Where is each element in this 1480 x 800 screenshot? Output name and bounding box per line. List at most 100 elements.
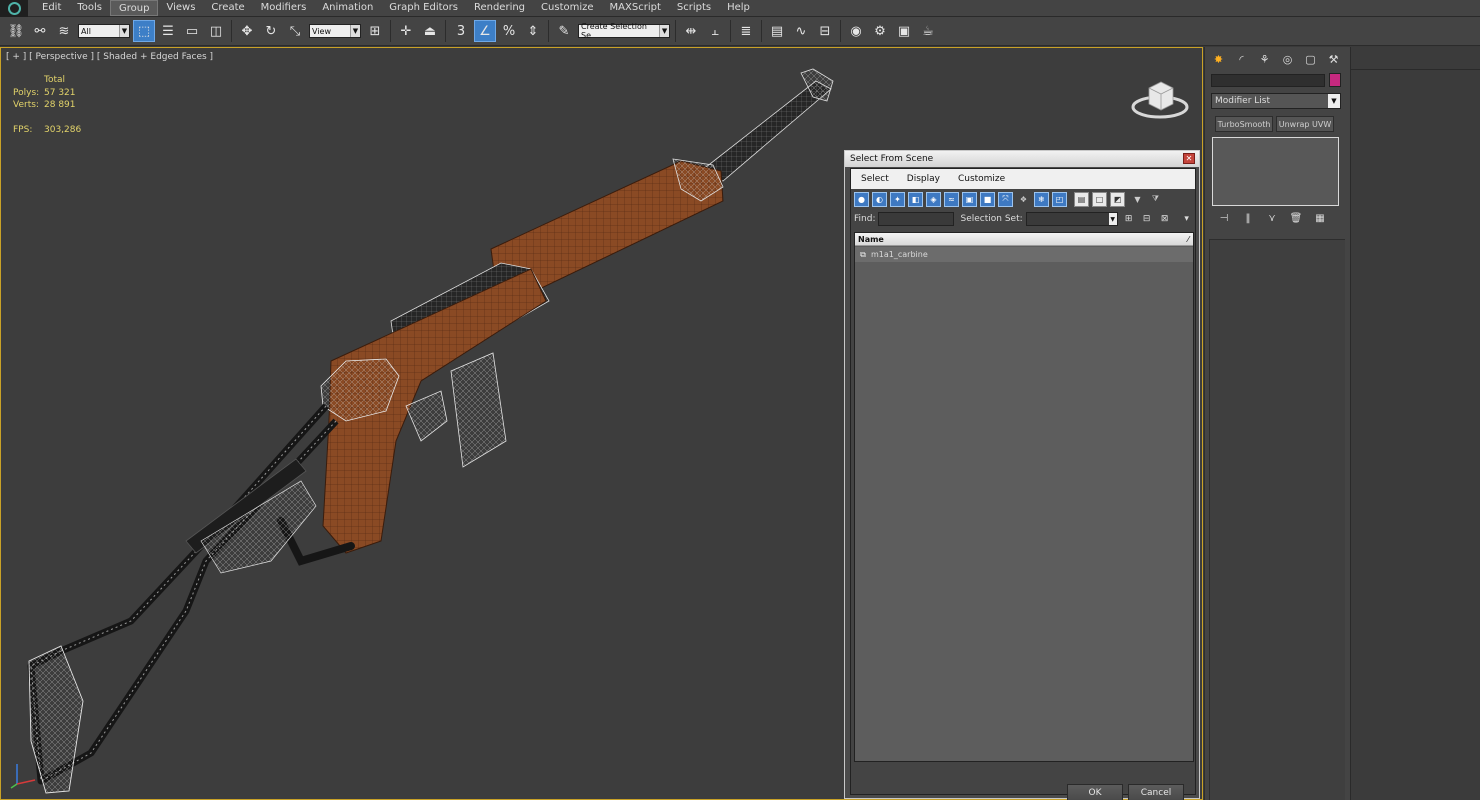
cancel-button[interactable]: Cancel — [1128, 784, 1184, 800]
menu-help[interactable]: Help — [719, 0, 758, 16]
modifier-stack[interactable] — [1212, 137, 1339, 206]
dialog-menu-customize[interactable]: Customize — [954, 174, 1005, 184]
snaps-toggle-icon[interactable]: 3 — [450, 20, 472, 42]
display-lights-icon[interactable]: ✦ — [890, 191, 905, 207]
command-panel-rollouts — [1209, 239, 1345, 800]
window-crossing-icon[interactable]: ◫ — [205, 20, 227, 42]
select-children-icon[interactable]: ⊞ — [1122, 212, 1136, 226]
select-scale-icon[interactable]: ⤡ — [284, 20, 306, 42]
name-column-header[interactable]: Name — [858, 235, 884, 244]
turbosmooth-button[interactable]: TurboSmooth — [1215, 116, 1273, 132]
menu-animation[interactable]: Animation — [314, 0, 381, 16]
render-production-icon[interactable]: ☕ — [917, 20, 939, 42]
select-rotate-icon[interactable]: ↻ — [260, 20, 282, 42]
scene-explorer-icon[interactable]: ▤ — [766, 20, 788, 42]
dialog-menu-bar: Select Display Customize — [851, 169, 1195, 189]
display-frozen-icon[interactable]: ❄ — [1034, 191, 1049, 207]
list-item[interactable]: ⧉ m1a1_carbine — [855, 247, 1193, 262]
viewport-label[interactable]: [ + ] [ Perspective ] [ Shaded + Edged F… — [6, 52, 213, 62]
mirror-icon[interactable]: ⇹ — [680, 20, 702, 42]
dialog-menu-display[interactable]: Display — [903, 174, 940, 184]
link-icon[interactable]: ⛓ — [5, 20, 27, 42]
menu-maxscript[interactable]: MAXScript — [602, 0, 669, 16]
scene-object-list[interactable]: Name ⁄ ⧉ m1a1_carbine — [854, 232, 1194, 762]
align-icon[interactable]: ⫠ — [704, 20, 726, 42]
reference-coordinate-dropdown[interactable]: View ▼ — [309, 24, 361, 38]
named-selection-dropdown[interactable]: Create Selection Se ▼ — [578, 22, 670, 40]
object-color-swatch[interactable] — [1329, 73, 1341, 87]
create-tab-icon[interactable]: ✸ — [1209, 51, 1228, 68]
menu-customize[interactable]: Customize — [533, 0, 602, 16]
unwrap-uvw-button[interactable]: Unwrap UVW — [1276, 116, 1334, 132]
remove-modifier-icon[interactable]: 🗑 — [1287, 211, 1305, 225]
select-all-icon[interactable]: ▤ — [1074, 191, 1089, 207]
select-object-icon[interactable]: ⬚ — [133, 20, 155, 42]
modifier-list-dropdown[interactable]: Modifier List ▼ — [1211, 93, 1341, 109]
find-input[interactable] — [878, 212, 955, 226]
display-hidden-icon[interactable]: ◰ — [1052, 191, 1067, 207]
display-cameras-icon[interactable]: ◧ — [908, 191, 923, 207]
select-by-name-icon[interactable]: ☰ — [157, 20, 179, 42]
menu-tools[interactable]: Tools — [69, 0, 110, 16]
display-xrefs-icon[interactable]: ■ — [980, 191, 995, 207]
display-space-warps-icon[interactable]: ≈ — [944, 191, 959, 207]
display-groups-icon[interactable]: ▣ — [962, 191, 977, 207]
angle-snap-icon[interactable]: ∠ — [474, 20, 496, 42]
display-bones-icon[interactable]: ⤧ — [998, 191, 1013, 207]
dialog-menu-select[interactable]: Select — [857, 174, 889, 184]
close-icon[interactable]: ✕ — [1183, 153, 1195, 164]
menu-graph-editors[interactable]: Graph Editors — [381, 0, 466, 16]
dialog-title-bar[interactable]: Select From Scene ✕ — [845, 151, 1199, 167]
modify-tab-icon[interactable]: ◜ — [1232, 51, 1251, 68]
menu-scripts[interactable]: Scripts — [669, 0, 719, 16]
keyboard-shortcut-override-icon[interactable]: ⏏ — [419, 20, 441, 42]
select-influences-icon[interactable]: ⊠ — [1158, 212, 1172, 226]
hierarchy-tab-icon[interactable]: ⚘ — [1255, 51, 1274, 68]
material-editor-icon[interactable]: ◉ — [845, 20, 867, 42]
object-name-field[interactable] — [1211, 74, 1325, 87]
display-shapes-icon[interactable]: ◐ — [872, 191, 887, 207]
unlink-icon[interactable]: ⚯ — [29, 20, 51, 42]
select-none-icon[interactable]: □ — [1092, 191, 1107, 207]
menu-rendering[interactable]: Rendering — [466, 0, 533, 16]
spinner-snap-icon[interactable]: ⇕ — [522, 20, 544, 42]
menu-views[interactable]: Views — [158, 0, 203, 16]
collapse-icon[interactable]: ▾ — [1180, 212, 1194, 226]
motion-tab-icon[interactable]: ◎ — [1278, 51, 1297, 68]
show-end-result-icon[interactable]: ‖ — [1239, 211, 1257, 225]
select-manipulate-icon[interactable]: ✛ — [395, 20, 417, 42]
edit-named-selection-icon[interactable]: ✎ — [553, 20, 575, 42]
list-header[interactable]: Name ⁄ — [855, 233, 1193, 246]
ok-button[interactable]: OK — [1067, 784, 1123, 800]
rendered-frame-window-icon[interactable]: ▣ — [893, 20, 915, 42]
display-geometry-icon[interactable]: ● — [854, 191, 869, 207]
advanced-filter-icon[interactable]: ⧩ — [1148, 192, 1163, 207]
curve-editor-icon[interactable]: ∿ — [790, 20, 812, 42]
viewcube-icon[interactable] — [1131, 74, 1189, 122]
percent-snap-icon[interactable]: % — [498, 20, 520, 42]
utilities-tab-icon[interactable]: ⚒ — [1324, 51, 1343, 68]
configure-modifier-sets-icon[interactable]: ▦ — [1311, 211, 1329, 225]
select-dependents-icon[interactable]: ⊟ — [1140, 212, 1154, 226]
selection-filter-dropdown[interactable]: All ▼ — [78, 24, 130, 38]
app-logo-icon[interactable] — [0, 0, 28, 17]
selection-set-dropdown[interactable]: ▼ — [1025, 212, 1118, 226]
layer-manager-icon[interactable]: ≣ — [735, 20, 757, 42]
make-unique-icon[interactable]: ⋎ — [1263, 211, 1281, 225]
bind-space-warp-icon[interactable]: ≋ — [53, 20, 75, 42]
menu-create[interactable]: Create — [203, 0, 252, 16]
select-invert-icon[interactable]: ◩ — [1110, 191, 1125, 207]
select-move-icon[interactable]: ✥ — [236, 20, 258, 42]
schematic-view-icon[interactable]: ⊟ — [814, 20, 836, 42]
menu-group[interactable]: Group — [110, 0, 159, 16]
render-setup-icon[interactable]: ⚙ — [869, 20, 891, 42]
display-containers-icon[interactable]: ❖ — [1016, 192, 1031, 207]
rectangular-selection-icon[interactable]: ▭ — [181, 20, 203, 42]
filter-icon[interactable]: ▼ — [1130, 192, 1145, 207]
menu-edit[interactable]: Edit — [34, 0, 69, 16]
pin-stack-icon[interactable]: ⊣ — [1215, 211, 1233, 225]
menu-modifiers[interactable]: Modifiers — [253, 0, 315, 16]
display-helpers-icon[interactable]: ◈ — [926, 191, 941, 207]
display-tab-icon[interactable]: ▢ — [1301, 51, 1320, 68]
pivot-center-icon[interactable]: ⊞ — [364, 20, 386, 42]
